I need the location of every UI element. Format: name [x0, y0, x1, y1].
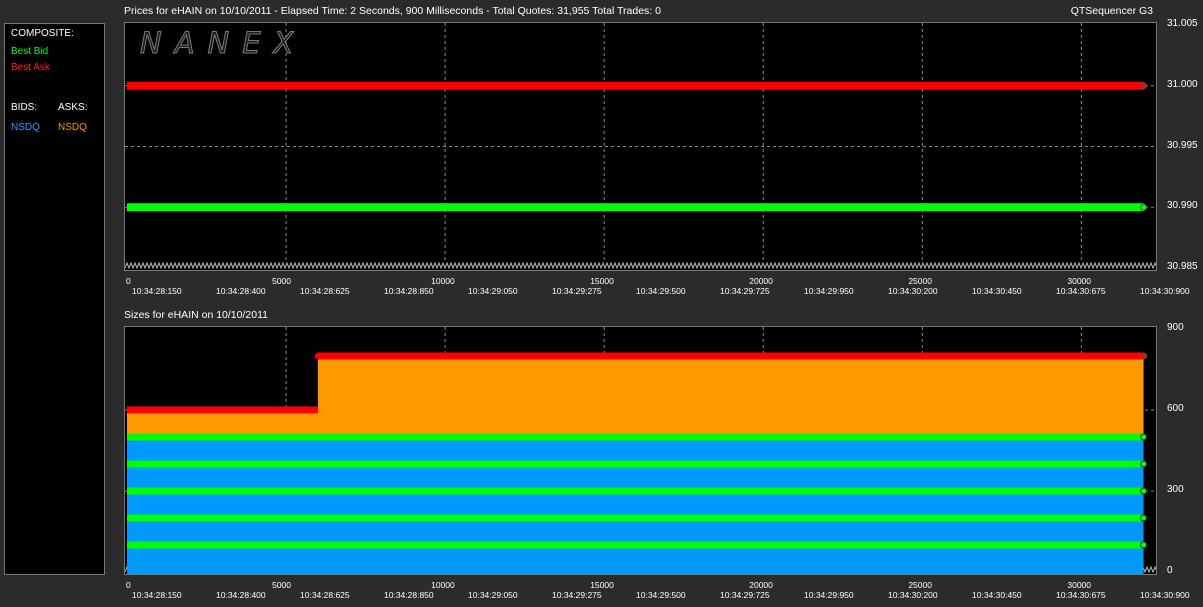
time-tick-label: 10:34:30:200	[888, 286, 938, 296]
time-tick-label: 10:34:28:150	[132, 286, 182, 296]
x-tick-label: 10000	[431, 276, 455, 286]
size-chart-svg	[125, 327, 1156, 574]
x-tick-label: 0	[126, 580, 131, 590]
x-tick-label: 15000	[590, 276, 614, 286]
x-tick-label: 20000	[749, 580, 773, 590]
y-tick-label: 900	[1167, 322, 1184, 333]
time-tick-label: 10:34:28:850	[384, 590, 434, 600]
time-tick-label: 10:34:28:625	[300, 590, 350, 600]
time-tick-label: 10:34:29:275	[552, 286, 602, 296]
price-chart-svg	[125, 23, 1156, 270]
series-endpoint	[1140, 203, 1148, 211]
time-tick-label: 10:34:29:725	[720, 590, 770, 600]
time-tick-label: 10:34:29:500	[636, 590, 686, 600]
sizes-title: Sizes for eHAIN on 10/10/2011	[124, 309, 268, 321]
ask-step-point	[314, 353, 321, 359]
legend-panel: COMPOSITE: Best Bid Best Ask BIDS: ASKS:…	[4, 23, 105, 575]
x-tick-label: 20000	[749, 276, 773, 286]
nanex-logo: NANEX	[139, 26, 307, 61]
app-name: QTSequencer G3	[1070, 5, 1153, 17]
time-tick-label: 10:34:30:450	[972, 286, 1022, 296]
x-tick-label: 25000	[908, 276, 932, 286]
best-ask-label: Best Ask	[11, 62, 50, 73]
composite-label: COMPOSITE:	[11, 28, 74, 39]
bid-size-area	[127, 437, 1144, 574]
y-tick-label: 0	[1167, 565, 1173, 576]
x-tick-label: 30000	[1067, 276, 1092, 286]
best-bid-label: Best Bid	[11, 46, 49, 57]
y-tick-label: 31.005	[1167, 18, 1198, 29]
x-tick-label: 5000	[272, 276, 291, 286]
y-tick-label: 600	[1167, 403, 1184, 414]
series-endpoint	[1140, 82, 1148, 90]
bid-level-endpoint	[1140, 487, 1148, 495]
time-tick-label: 10:34:29:500	[636, 286, 686, 296]
time-tick-label: 10:34:28:625	[300, 286, 350, 296]
y-tick-label: 300	[1167, 484, 1184, 495]
time-tick-label: 10:34:30:900	[1140, 286, 1190, 296]
x-axis-tick-strip	[125, 261, 1156, 270]
time-tick-label: 10:34:29:050	[468, 590, 518, 600]
time-tick-label: 10:34:30:675	[1056, 286, 1106, 296]
asks-label: ASKS:	[58, 102, 88, 113]
bid-level-endpoint	[1140, 541, 1148, 549]
bid-level-endpoint	[1140, 460, 1148, 468]
time-tick-label: 10:34:30:200	[888, 590, 938, 600]
x-tick-label: 15000	[590, 580, 614, 590]
time-tick-label: 10:34:30:900	[1140, 590, 1190, 600]
bid-level-endpoint	[1140, 514, 1148, 522]
bid-level-endpoint	[1140, 433, 1148, 441]
bid-exchange-label: NSDQ	[11, 122, 40, 133]
time-tick-label: 10:34:30:675	[1056, 590, 1106, 600]
time-tick-label: 10:34:29:950	[804, 286, 854, 296]
x-tick-label: 10000	[431, 580, 455, 590]
x-tick-label: 30000	[1067, 580, 1092, 590]
time-tick-label: 10:34:29:950	[804, 590, 854, 600]
size-chart	[124, 326, 1157, 575]
x-tick-label: 0	[126, 276, 131, 286]
ask-endpoint	[1140, 352, 1148, 360]
y-tick-label: 30.995	[1167, 139, 1198, 151]
time-tick-label: 10:34:29:050	[468, 286, 518, 296]
y-tick-label: 30.990	[1167, 200, 1198, 212]
y-tick-label: 31.000	[1167, 78, 1198, 90]
ask-exchange-label: NSDQ	[58, 122, 87, 133]
time-tick-label: 10:34:28:150	[132, 590, 182, 600]
prices-title: Prices for eHAIN on 10/10/2011 - Elapsed…	[124, 5, 661, 17]
x-tick-label: 5000	[272, 580, 291, 590]
ask-size-area	[127, 356, 1144, 437]
time-tick-label: 10:34:29:275	[552, 590, 602, 600]
time-tick-label: 10:34:30:450	[972, 590, 1022, 600]
y-tick-label: 30.985	[1167, 261, 1198, 272]
time-tick-label: 10:34:28:400	[216, 590, 266, 600]
bids-label: BIDS:	[11, 102, 38, 113]
time-tick-label: 10:34:28:850	[384, 286, 434, 296]
time-tick-label: 10:34:29:725	[720, 286, 770, 296]
x-tick-label: 25000	[908, 580, 932, 590]
time-tick-label: 10:34:28:400	[216, 286, 266, 296]
